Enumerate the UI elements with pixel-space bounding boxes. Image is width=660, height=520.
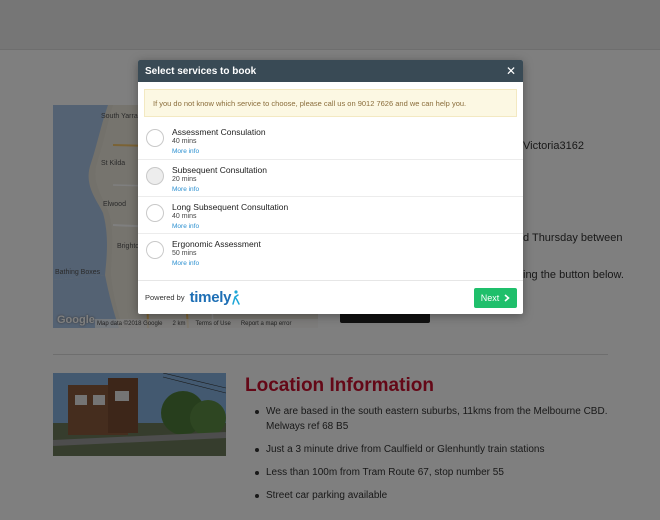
service-name: Long Subsequent Consultation	[172, 202, 289, 212]
service-details: Assessment Consulation 40 mins More info	[172, 127, 266, 157]
close-icon[interactable]: ✕	[506, 65, 516, 77]
service-duration: 20 mins	[172, 176, 197, 183]
more-info-link[interactable]: More info	[172, 147, 266, 157]
more-info-link[interactable]: More info	[172, 259, 261, 269]
more-info-link[interactable]: More info	[172, 185, 267, 195]
service-duration: 50 mins	[172, 250, 197, 257]
timely-logo[interactable]: timely	[190, 289, 241, 306]
radio-button[interactable]	[146, 129, 164, 147]
service-details: Ergonomic Assessment 50 mins More info	[172, 239, 261, 269]
radio-button[interactable]	[146, 241, 164, 259]
service-duration: 40 mins	[172, 213, 197, 220]
chevron-right-icon	[504, 293, 510, 302]
powered-by-text: Powered by	[145, 293, 185, 302]
service-details: Long Subsequent Consultation 40 mins Mor…	[172, 202, 288, 232]
service-option[interactable]: Assessment Consulation 40 mins More info	[138, 122, 523, 159]
service-name: Assessment Consulation	[172, 127, 266, 137]
next-label: Next	[480, 292, 500, 303]
service-option[interactable]: Long Subsequent Consultation 40 mins Mor…	[138, 196, 523, 233]
help-notice: If you do not know which service to choo…	[144, 89, 517, 117]
select-services-modal: Select services to book ✕ If you do not …	[138, 60, 523, 314]
timely-brand: timely	[189, 289, 232, 306]
powered-by: Powered by timely	[145, 289, 240, 306]
service-name: Subsequent Consultation	[172, 165, 267, 175]
radio-button[interactable]	[146, 167, 164, 185]
timely-figure-icon	[232, 290, 240, 305]
service-name: Ergonomic Assessment	[172, 239, 261, 249]
next-button[interactable]: Next	[474, 287, 517, 308]
service-details: Subsequent Consultation 20 mins More inf…	[172, 165, 267, 195]
modal-title: Select services to book	[145, 65, 257, 77]
more-info-link[interactable]: More info	[172, 222, 288, 232]
modal-footer: Powered by timely Next	[138, 280, 523, 314]
service-option[interactable]: Subsequent Consultation 20 mins More inf…	[138, 159, 523, 196]
service-list: Assessment Consulation 40 mins More info…	[138, 122, 523, 270]
service-duration: 40 mins	[172, 138, 197, 145]
radio-button[interactable]	[146, 204, 164, 222]
service-option[interactable]: Ergonomic Assessment 50 mins More info	[138, 233, 523, 270]
modal-header: Select services to book ✕	[138, 60, 523, 82]
